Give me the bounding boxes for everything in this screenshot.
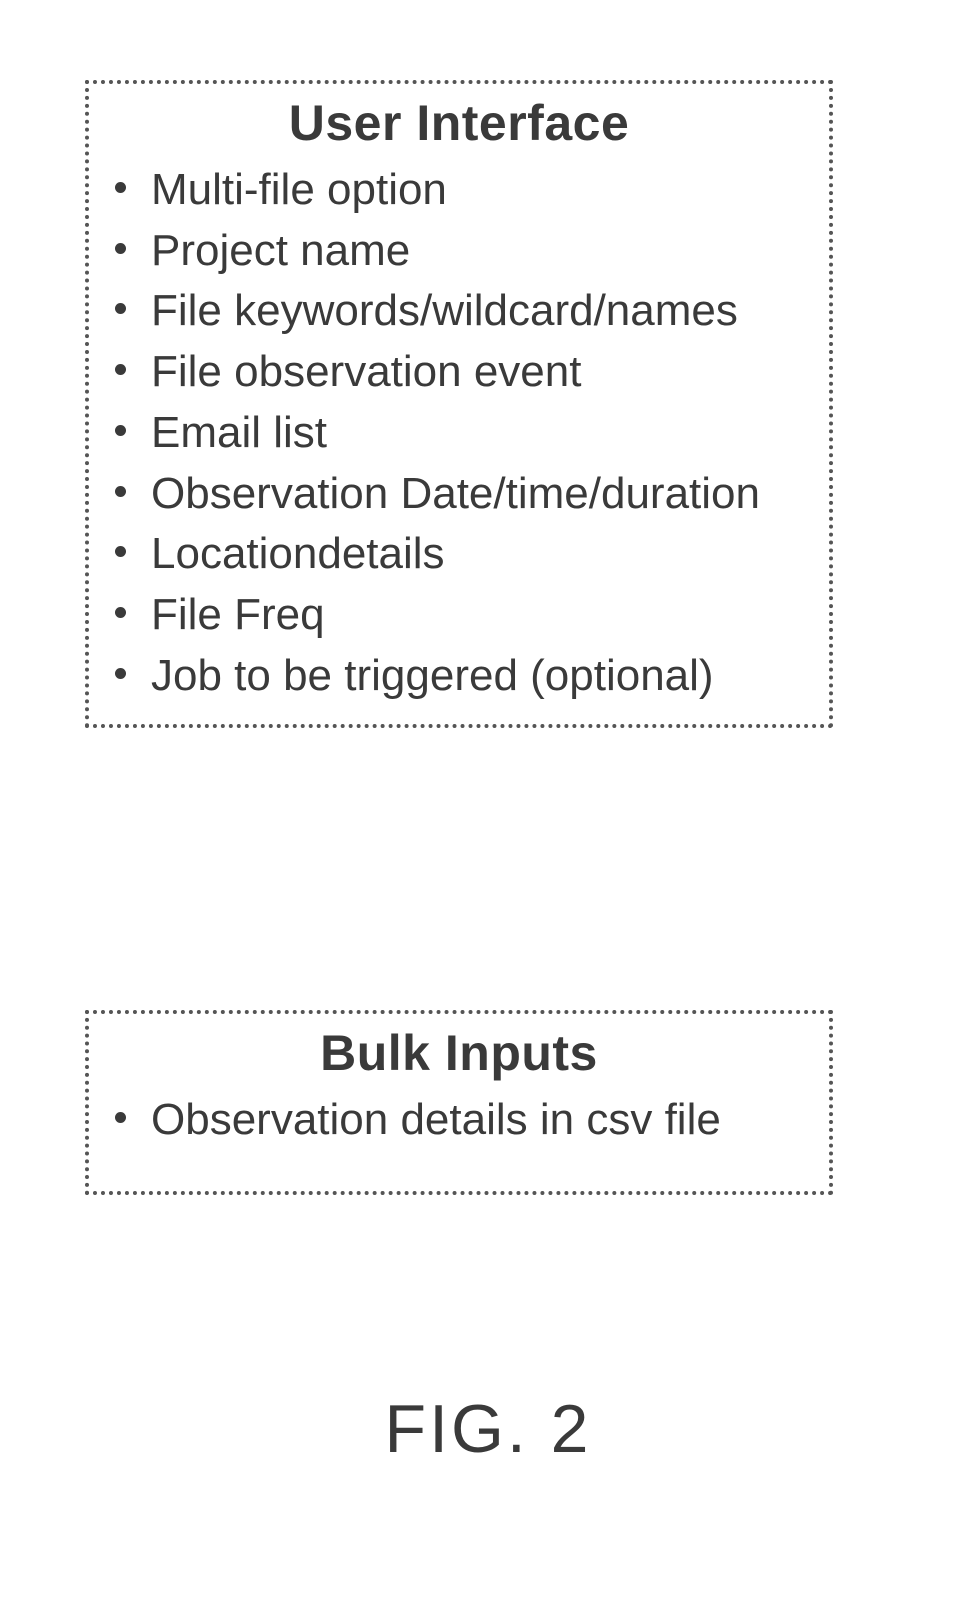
list-item: Job to be triggered (optional) <box>111 646 815 707</box>
figure-label: FIG. 2 <box>0 1390 976 1468</box>
box1-title: User Interface <box>103 94 815 152</box>
box1-list: Multi-file option Project name File keyw… <box>103 160 815 706</box>
list-item: Email list <box>111 403 815 464</box>
bulk-inputs-box: Bulk Inputs Observation details in csv f… <box>85 1010 833 1195</box>
list-item: Project name <box>111 221 815 282</box>
list-item: File Freq <box>111 585 815 646</box>
list-item: File observation event <box>111 342 815 403</box>
box2-title: Bulk Inputs <box>103 1024 815 1082</box>
list-item: Locationdetails <box>111 524 815 585</box>
list-item: Observation Date/time/duration <box>111 464 815 525</box>
list-item: Multi-file option <box>111 160 815 221</box>
list-item: Observation details in csv file <box>111 1090 815 1151</box>
user-interface-box: User Interface Multi-file option Project… <box>85 80 833 728</box>
list-item: File keywords/wildcard/names <box>111 281 815 342</box>
box2-list: Observation details in csv file <box>103 1090 815 1151</box>
